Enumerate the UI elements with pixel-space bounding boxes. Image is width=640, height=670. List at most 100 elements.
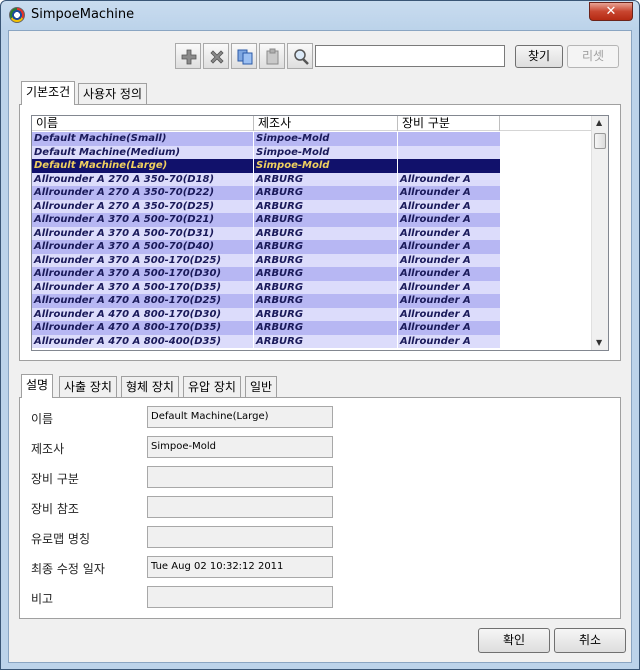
table-cell-type: Allrounder A xyxy=(398,172,500,186)
property-value-field[interactable] xyxy=(147,586,333,608)
tab-clamping-unit[interactable]: 형체 장치 xyxy=(121,376,179,398)
table-cell-type: Allrounder A xyxy=(398,267,500,281)
property-value-field[interactable]: Tue Aug 02 10:32:12 2011 xyxy=(147,556,333,578)
property-value-field[interactable] xyxy=(147,466,333,488)
table-cell-maker: ARBURG xyxy=(254,334,398,348)
close-button[interactable]: ✕ xyxy=(589,2,633,21)
copy-button[interactable] xyxy=(231,43,257,69)
scroll-up-icon[interactable]: ▲ xyxy=(596,118,602,127)
table-cell-name: Allrounder A 270 A 350-70(D22) xyxy=(32,186,254,200)
property-value-field[interactable]: Simpoe-Mold xyxy=(147,436,333,458)
vertical-scrollbar[interactable]: ▲ ▼ xyxy=(591,116,608,350)
table-row[interactable]: Default Machine(Medium) Simpoe-Mold xyxy=(32,145,592,159)
table-cell-type: Allrounder A xyxy=(398,307,500,321)
table-row[interactable]: Allrounder A 370 A 500-70(D40) ARBURG Allr… xyxy=(32,240,592,254)
table-row[interactable]: Allrounder A 270 A 350-70(D25) ARBURG Allr… xyxy=(32,199,592,213)
dialog-body: 찾기 리셋 기본조건 사용자 정의 이름 제조사 장비 구분 Default M… xyxy=(8,30,632,663)
table-cell-name: Allrounder A 370 A 500-70(D21) xyxy=(32,213,254,227)
column-header-maker[interactable]: 제조사 xyxy=(254,116,398,131)
machine-grid[interactable]: 이름 제조사 장비 구분 Default Machine(Small) Simpo… xyxy=(31,115,609,351)
table-cell-maker: ARBURG xyxy=(254,213,398,227)
delete-icon xyxy=(210,50,224,64)
property-label: 제조사 xyxy=(31,442,65,456)
table-row[interactable]: Default Machine(Small) Simpoe-Mold xyxy=(32,132,592,146)
table-cell-type: Allrounder A xyxy=(398,321,500,335)
table-cell-name: Allrounder A 370 A 500-170(D30) xyxy=(32,267,254,281)
tab-hydraulic-unit[interactable]: 유압 장치 xyxy=(183,376,241,398)
table-cell-type: Allrounder A xyxy=(398,226,500,240)
table-row[interactable]: Allrounder A 370 A 500-170(D35) ARBURG All… xyxy=(32,280,592,294)
table-cell-name: Default Machine(Medium) xyxy=(32,145,254,159)
table-cell-type xyxy=(398,159,500,173)
table-cell-name: Allrounder A 470 A 800-170(D35) xyxy=(32,321,254,335)
table-cell-name: Default Machine(Large) xyxy=(32,159,254,173)
machine-window: SimpoeMachine ✕ 찾기 리셋 기본조건 사용자 정의 이름 제조사… xyxy=(0,0,640,670)
property-value-field[interactable] xyxy=(147,496,333,518)
title-bar[interactable]: SimpoeMachine ✕ xyxy=(1,1,639,29)
property-label: 유로맵 명칭 xyxy=(31,532,91,546)
property-value-field[interactable] xyxy=(147,526,333,548)
column-header-name[interactable]: 이름 xyxy=(32,116,254,131)
table-row[interactable]: Allrounder A 370 A 500-70(D21) ARBURG Allr… xyxy=(32,213,592,227)
property-label: 비고 xyxy=(31,592,54,606)
ok-button[interactable]: 확인 xyxy=(478,628,550,653)
table-cell-maker: ARBURG xyxy=(254,280,398,294)
paste-button[interactable] xyxy=(259,43,285,69)
property-label: 최종 수정 일자 xyxy=(31,562,105,576)
table-cell-type: Allrounder A xyxy=(398,213,500,227)
cancel-button[interactable]: 취소 xyxy=(554,628,626,653)
scroll-down-icon[interactable]: ▼ xyxy=(596,338,602,347)
table-cell-type xyxy=(398,145,500,159)
table-cell-name: Allrounder A 470 A 800-170(D30) xyxy=(32,307,254,321)
tab-description[interactable]: 설명 xyxy=(21,374,54,398)
table-cell-name: Allrounder A 370 A 500-70(D31) xyxy=(32,226,254,240)
paste-icon xyxy=(266,48,279,65)
search-input[interactable] xyxy=(315,45,505,67)
delete-button[interactable] xyxy=(203,43,229,69)
table-row[interactable]: Allrounder A 470 A 800-170(D35) ARBURG All… xyxy=(32,321,592,335)
table-cell-name: Allrounder A 370 A 500-70(D40) xyxy=(32,240,254,254)
table-row[interactable]: Allrounder A 470 A 800-170(D25) ARBURG All… xyxy=(32,294,592,308)
table-cell-maker: ARBURG xyxy=(254,307,398,321)
table-row[interactable]: Allrounder A 270 A 350-70(D18) ARBURG Allr… xyxy=(32,172,592,186)
table-cell-maker: ARBURG xyxy=(254,226,398,240)
search-zoom-button[interactable] xyxy=(287,43,313,69)
table-cell-maker: ARBURG xyxy=(254,240,398,254)
tab-user-defined[interactable]: 사용자 정의 xyxy=(78,83,148,105)
property-value-field[interactable]: Default Machine(Large) xyxy=(147,406,333,428)
property-label: 이름 xyxy=(31,412,54,426)
tab-injection-unit[interactable]: 사출 장치 xyxy=(59,376,117,398)
table-row[interactable]: Allrounder A 270 A 350-70(D22) ARBURG Allr… xyxy=(32,186,592,200)
table-row[interactable]: Default Machine(Large) Simpoe-Mold xyxy=(32,159,592,173)
tab-basic-conditions[interactable]: 기본조건 xyxy=(21,81,76,105)
table-row[interactable]: Allrounder A 370 A 500-170(D30) ARBURG All… xyxy=(32,267,592,281)
table-cell-type: Allrounder A xyxy=(398,240,500,254)
table-cell-name: Allrounder A 470 A 800-170(D25) xyxy=(32,294,254,308)
property-label: 장비 참조 xyxy=(31,502,79,516)
table-cell-maker: ARBURG xyxy=(254,253,398,267)
grid-header: 이름 제조사 장비 구분 xyxy=(32,116,592,131)
table-cell-maker: Simpoe-Mold xyxy=(254,132,398,146)
table-cell-maker: ARBURG xyxy=(254,199,398,213)
table-cell-name: Allrounder A 270 A 350-70(D25) xyxy=(32,199,254,213)
table-cell-maker: ARBURG xyxy=(254,186,398,200)
table-cell-name: Allrounder A 370 A 500-170(D25) xyxy=(32,253,254,267)
find-button[interactable]: 찾기 xyxy=(515,45,563,68)
table-row[interactable]: Allrounder A 470 A 800-170(D30) ARBURG All… xyxy=(32,307,592,321)
add-button[interactable] xyxy=(175,43,201,69)
table-row[interactable]: Allrounder A 470 A 800-400(D35) ARBURG All… xyxy=(32,334,592,348)
reset-button[interactable]: 리셋 xyxy=(567,45,619,68)
table-row[interactable]: Allrounder A 370 A 500-170(D25) ARBURG All… xyxy=(32,253,592,267)
table-cell-maker: ARBURG xyxy=(254,172,398,186)
property-label: 장비 구분 xyxy=(31,472,79,486)
app-icon xyxy=(9,7,25,23)
tab-general[interactable]: 일반 xyxy=(245,376,278,398)
window-title: SimpoeMachine xyxy=(31,7,135,22)
table-row[interactable]: Allrounder A 370 A 500-70(D31) ARBURG Allr… xyxy=(32,226,592,240)
table-cell-type: Allrounder A xyxy=(398,294,500,308)
table-cell-name: Allrounder A 270 A 350-70(D18) xyxy=(32,172,254,186)
table-cell-name: Allrounder A 470 A 800-400(D35) xyxy=(32,334,254,348)
table-cell-maker: Simpoe-Mold xyxy=(254,159,398,173)
column-header-type[interactable]: 장비 구분 xyxy=(398,116,500,131)
scroll-thumb[interactable] xyxy=(594,133,606,149)
